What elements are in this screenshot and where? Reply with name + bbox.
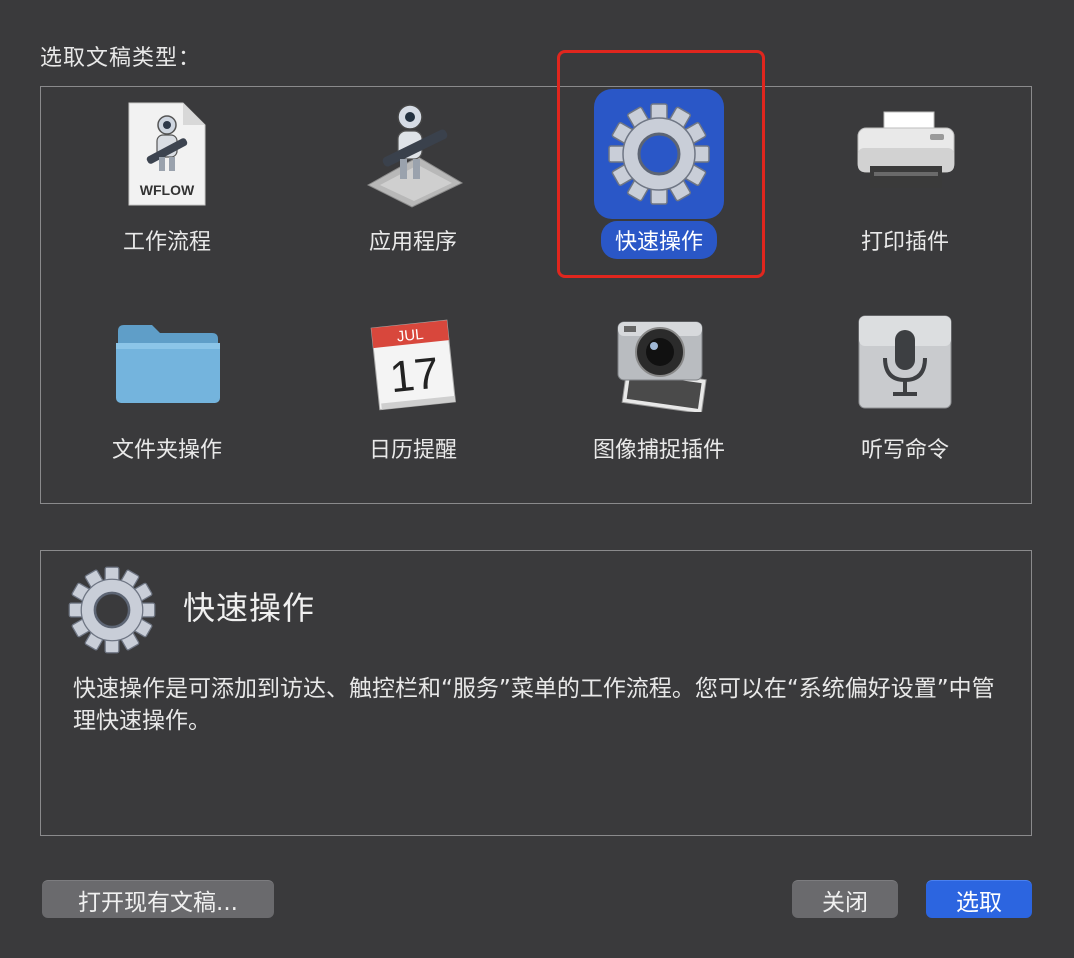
automator-robot-icon (348, 89, 478, 219)
description-text: 快速操作是可添加到访达、触控栏和“服务”菜单的工作流程。您可以在“系统偏好设置”… (73, 676, 995, 734)
description-title: 快速操作 (183, 589, 316, 627)
microphone-icon (840, 297, 970, 427)
description-panel: 快速操作 快速操作是可添加到访达、触控栏和“服务”菜单的工作流程。您可以在“系统… (40, 550, 1032, 836)
calendar-month: JUL (396, 326, 424, 346)
type-tile-application[interactable]: 应用程序 (313, 89, 513, 279)
type-tile-quick-action[interactable]: 快速操作 (559, 89, 759, 279)
printer-icon (840, 89, 970, 219)
type-label: 文件夹操作 (111, 438, 222, 463)
gear-icon (594, 89, 724, 219)
document-type-grid: WFLOW 工作流程 应用程序 快速操作 打印插件 文件夹操作 JUL 17 日… (40, 86, 1032, 504)
gear-icon (65, 563, 159, 657)
type-label: 日历提醒 (368, 438, 457, 463)
calendar-day: 17 (388, 349, 442, 403)
type-label: 快速操作 (600, 221, 717, 259)
type-label: 应用程序 (368, 230, 457, 255)
choose-button[interactable]: 选取 (926, 880, 1032, 918)
type-label: 图像捕捉插件 (592, 438, 725, 463)
type-tile-dictation-command[interactable]: 听写命令 (805, 297, 1005, 487)
type-tile-print-plugin[interactable]: 打印插件 (805, 89, 1005, 279)
workflow-document-icon: WFLOW (102, 89, 232, 219)
type-label: 打印插件 (860, 230, 949, 255)
type-tile-calendar-alarm[interactable]: JUL 17 日历提醒 (313, 297, 513, 487)
calendar-icon: JUL 17 (348, 297, 478, 427)
folder-icon (102, 297, 232, 427)
type-tile-workflow[interactable]: WFLOW 工作流程 (67, 89, 267, 279)
workflow-badge: WFLOW (140, 182, 195, 198)
type-tile-folder-action[interactable]: 文件夹操作 (67, 297, 267, 487)
camera-icon (594, 297, 724, 427)
open-existing-button[interactable]: 打开现有文稿... (42, 880, 274, 918)
type-tile-image-capture[interactable]: 图像捕捉插件 (559, 297, 759, 487)
dialog-title: 选取文稿类型： (40, 46, 202, 71)
type-label: 听写命令 (860, 438, 949, 463)
type-label: 工作流程 (122, 230, 211, 255)
close-button[interactable]: 关闭 (792, 880, 898, 918)
